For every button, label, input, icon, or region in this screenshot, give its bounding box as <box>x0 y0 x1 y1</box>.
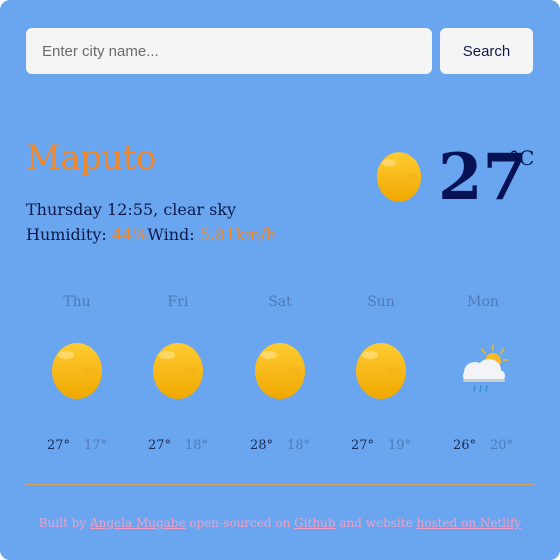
forecast-day-name: Sun <box>367 294 395 310</box>
temperature-unit[interactable]: °C <box>509 146 534 170</box>
forecast-day: Mon 26° 20° <box>432 294 534 464</box>
sun-icon <box>52 343 102 399</box>
forecast-day-name: Sat <box>268 294 292 310</box>
date-condition: Thursday 12:55, clear sky <box>26 200 237 219</box>
netlify-link[interactable]: hosted on Netlify <box>417 516 522 530</box>
forecast-temps: 27° 17° <box>26 438 128 453</box>
wind-label: Wind: <box>147 225 195 244</box>
author-link[interactable]: Angela Mugabe <box>90 516 186 530</box>
footer-built-by: Built by <box>38 516 87 530</box>
forecast-day: Fri 27° 18° <box>127 294 229 464</box>
footer-and-website: and website <box>339 516 413 530</box>
forecast-day: Sat 28° 18° <box>229 294 331 464</box>
humidity-wind: Humidity: 44%Wind: 5.81km/h <box>26 225 276 244</box>
forecast-min: 18° <box>287 438 311 453</box>
condition: clear sky <box>163 200 237 219</box>
forecast-max: 27° <box>147 438 171 453</box>
forecast-max: 26° <box>452 438 476 453</box>
search-button[interactable]: Search <box>440 28 533 74</box>
forecast-day: Sun 27° 19° <box>330 294 432 464</box>
forecast-day-name: Mon <box>467 294 499 310</box>
forecast-temps: 28° 18° <box>229 438 331 453</box>
github-link[interactable]: Github <box>294 516 335 530</box>
forecast-min: 18° <box>185 438 209 453</box>
wind-value: 5.81km/h <box>199 225 276 244</box>
day-time: Thursday 12:55 <box>26 200 154 219</box>
forecast: Thu 27° 17° Fri 27° 18° Sat 28° 18° Sun … <box>26 294 534 464</box>
forecast-min: 20° <box>490 438 514 453</box>
sun-icon <box>153 343 203 399</box>
forecast-day-name: Thu <box>63 294 91 310</box>
forecast-day-name: Fri <box>167 294 189 310</box>
footer: Built by Angela Mugabe open-sourced on G… <box>0 516 560 530</box>
sun-cloud-rain-icon <box>463 344 509 393</box>
humidity-label: Humidity: <box>26 225 107 244</box>
humidity-value: 44% <box>111 225 148 244</box>
sun-icon <box>376 152 422 202</box>
forecast-max: 27° <box>46 438 70 453</box>
sun-icon <box>356 343 406 399</box>
forecast-temps: 27° 18° <box>127 438 229 453</box>
forecast-temps: 26° 20° <box>432 438 534 453</box>
city-search-input[interactable] <box>26 28 432 74</box>
forecast-max: 28° <box>249 438 273 453</box>
forecast-temps: 27° 19° <box>330 438 432 453</box>
weather-app: Search Maputo Thursday 12:55, clear sky … <box>0 0 560 560</box>
sun-icon <box>255 343 305 399</box>
city-name: Maputo <box>26 138 156 178</box>
forecast-day: Thu 27° 17° <box>26 294 128 464</box>
footer-open-sourced: open-sourced on <box>189 516 291 530</box>
forecast-max: 27° <box>350 438 374 453</box>
forecast-min: 17° <box>84 438 108 453</box>
divider <box>26 484 534 485</box>
forecast-min: 19° <box>388 438 412 453</box>
